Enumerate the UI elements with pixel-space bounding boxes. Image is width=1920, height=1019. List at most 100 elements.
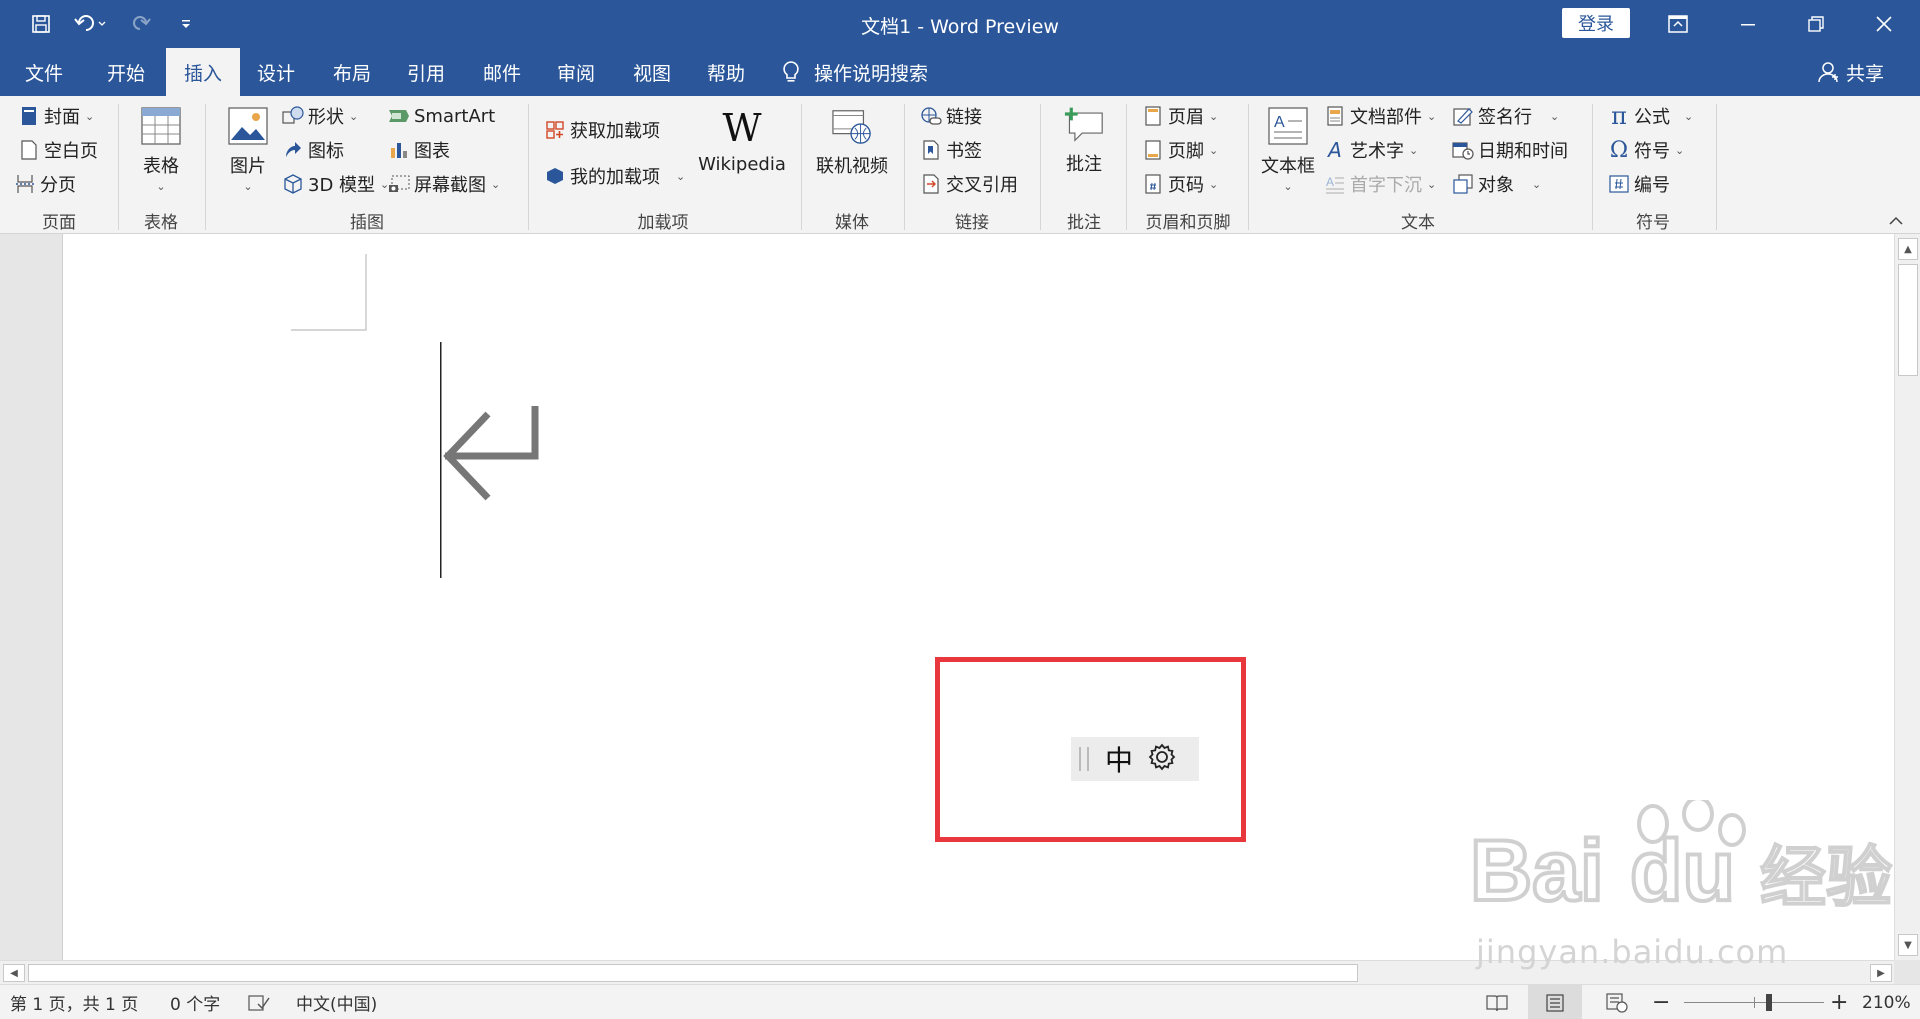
group-label-links: 链接 <box>955 213 989 233</box>
title-bar: 文档1 - Word Preview 登录 <box>0 0 1920 48</box>
date-time-button[interactable]: 日期和时间 <box>1452 136 1568 164</box>
page-break-button[interactable]: 分页 <box>14 170 76 198</box>
table-button[interactable]: 表格 ⌄ <box>136 106 186 193</box>
symbol-button[interactable]: Ω 符号 ⌄ <box>1608 136 1684 164</box>
svg-text:A: A <box>1274 114 1285 131</box>
group-divider <box>1126 104 1127 230</box>
my-addins-icon <box>544 165 566 187</box>
footer-button[interactable]: 页脚 ⌄ <box>1142 136 1218 164</box>
chart-button[interactable]: 图表 <box>388 136 450 164</box>
number-button[interactable]: 编号 <box>1608 170 1670 198</box>
scroll-down-icon[interactable]: ▼ <box>1898 934 1918 956</box>
group-label-text: 文本 <box>1401 213 1435 233</box>
ime-toolbar[interactable]: 中 <box>1071 737 1199 781</box>
customize-toolbar-icon[interactable] <box>176 10 196 38</box>
zoom-out-button[interactable]: − <box>1652 985 1670 1019</box>
restore-icon[interactable] <box>1786 0 1846 48</box>
language-indicator[interactable]: 中文(中国) <box>296 985 377 1019</box>
drop-cap-button[interactable]: A 首字下沉 ⌄ <box>1324 170 1436 198</box>
zoom-level[interactable]: 210% <box>1862 985 1911 1019</box>
watermark-url: jingyan.baidu.com <box>1476 933 1789 971</box>
3d-models-button[interactable]: 3D 模型 ⌄ <box>282 170 389 198</box>
tell-me-search[interactable]: 操作说明搜索 <box>782 48 928 96</box>
tab-view[interactable]: 视图 <box>622 48 682 96</box>
tab-mailings[interactable]: 邮件 <box>472 48 532 96</box>
smartart-button[interactable]: SmartArt <box>388 102 495 130</box>
shapes-button[interactable]: 形状 ⌄ <box>282 102 358 130</box>
word-count[interactable]: 0 个字 <box>170 985 220 1019</box>
text-box-button[interactable]: A 文本框 ⌄ <box>1258 106 1318 193</box>
vertical-scroll-thumb[interactable] <box>1898 264 1918 376</box>
group-divider <box>1248 104 1249 230</box>
new-comment-label: 批注 <box>1066 154 1102 175</box>
cross-reference-button[interactable]: 交叉引用 <box>920 170 1018 198</box>
symbol-label: 符号 <box>1634 141 1670 162</box>
web-layout-icon[interactable] <box>1606 985 1628 1019</box>
wikipedia-button[interactable]: W Wikipedia <box>698 106 786 175</box>
tab-insert[interactable]: 插入 <box>166 48 240 96</box>
new-comment-button[interactable]: 批注 <box>1056 104 1112 176</box>
blank-page-button[interactable]: 空白页 <box>18 136 98 164</box>
online-video-button[interactable]: 联机视频 <box>812 106 892 178</box>
collapse-ribbon-icon[interactable] <box>1888 214 1904 230</box>
scroll-left-icon[interactable]: ◀ <box>3 964 25 982</box>
equation-label: 公式 <box>1634 107 1670 128</box>
scroll-right-icon[interactable]: ▶ <box>1870 964 1892 982</box>
group-divider <box>801 104 802 230</box>
scroll-up-icon[interactable]: ▲ <box>1898 238 1918 260</box>
screenshot-label: 屏幕截图 <box>414 175 486 196</box>
save-icon[interactable] <box>26 10 56 38</box>
ime-language-toggle[interactable]: 中 <box>1105 739 1133 779</box>
group-label-addins: 加载项 <box>637 213 689 233</box>
drag-handle-icon[interactable] <box>1079 747 1089 771</box>
share-button[interactable]: 共享 <box>1818 48 1884 96</box>
tab-layout[interactable]: 布局 <box>322 48 382 96</box>
page-number-button[interactable]: 页码 ⌄ <box>1142 170 1218 198</box>
link-button[interactable]: 链接 <box>920 102 982 130</box>
link-icon <box>920 105 942 127</box>
cover-page-button[interactable]: 封面 ⌄ <box>18 102 94 130</box>
page-count[interactable]: 第 1 页，共 1 页 <box>10 985 138 1019</box>
ribbon-display-options-icon[interactable] <box>1648 0 1708 48</box>
tell-me-label: 操作说明搜索 <box>814 62 929 85</box>
quick-parts-button[interactable]: 文档部件 ⌄ <box>1324 102 1436 130</box>
screenshot-button[interactable]: 屏幕截图 ⌄ <box>388 170 500 198</box>
zoom-slider[interactable] <box>1684 985 1824 1019</box>
svg-text:A: A <box>1326 175 1334 189</box>
wordart-button[interactable]: A 艺术字 ⌄ <box>1324 136 1418 164</box>
chart-label: 图表 <box>414 141 450 162</box>
equation-button[interactable]: π 公式 ⌄ <box>1608 102 1693 130</box>
header-button[interactable]: 页眉 ⌄ <box>1142 102 1218 130</box>
signature-line-button[interactable]: 签名行 ⌄ <box>1452 102 1559 130</box>
login-button[interactable]: 登录 <box>1562 8 1630 38</box>
read-mode-icon[interactable] <box>1486 985 1508 1019</box>
gear-icon[interactable] <box>1147 742 1177 776</box>
zoom-slider-thumb[interactable] <box>1766 994 1772 1011</box>
get-addins-button[interactable]: 获取加载项 <box>544 116 660 144</box>
horizontal-scroll-thumb[interactable] <box>28 964 1358 982</box>
group-label-media: 媒体 <box>835 213 869 233</box>
group-label-pages: 页面 <box>42 213 76 233</box>
zoom-in-button[interactable]: + <box>1830 985 1848 1019</box>
pictures-button[interactable]: 图片 ⌄ <box>222 106 274 193</box>
proofing-icon[interactable] <box>248 985 270 1019</box>
table-label: 表格 <box>143 156 179 177</box>
tab-references[interactable]: 引用 <box>396 48 456 96</box>
undo-icon[interactable] <box>70 10 110 38</box>
icons-button[interactable]: 图标 <box>282 136 344 164</box>
tab-help[interactable]: 帮助 <box>696 48 756 96</box>
close-icon[interactable] <box>1854 0 1914 48</box>
tab-home[interactable]: 开始 <box>96 48 156 96</box>
tab-design[interactable]: 设计 <box>246 48 306 96</box>
vertical-scrollbar[interactable]: ▲ ▼ <box>1894 234 1920 960</box>
redo-icon[interactable] <box>128 10 156 38</box>
object-button[interactable]: 对象 ⌄ <box>1452 170 1541 198</box>
tab-review[interactable]: 审阅 <box>546 48 606 96</box>
tab-file[interactable]: 文件 <box>14 48 74 96</box>
print-layout-icon[interactable] <box>1528 985 1582 1019</box>
my-addins-button[interactable]: 我的加载项 ⌄ <box>544 162 685 190</box>
bookmark-button[interactable]: 书签 <box>920 136 982 164</box>
quick-parts-label: 文档部件 <box>1350 107 1422 128</box>
document-page[interactable] <box>62 234 1896 960</box>
minimize-icon[interactable] <box>1718 0 1778 48</box>
